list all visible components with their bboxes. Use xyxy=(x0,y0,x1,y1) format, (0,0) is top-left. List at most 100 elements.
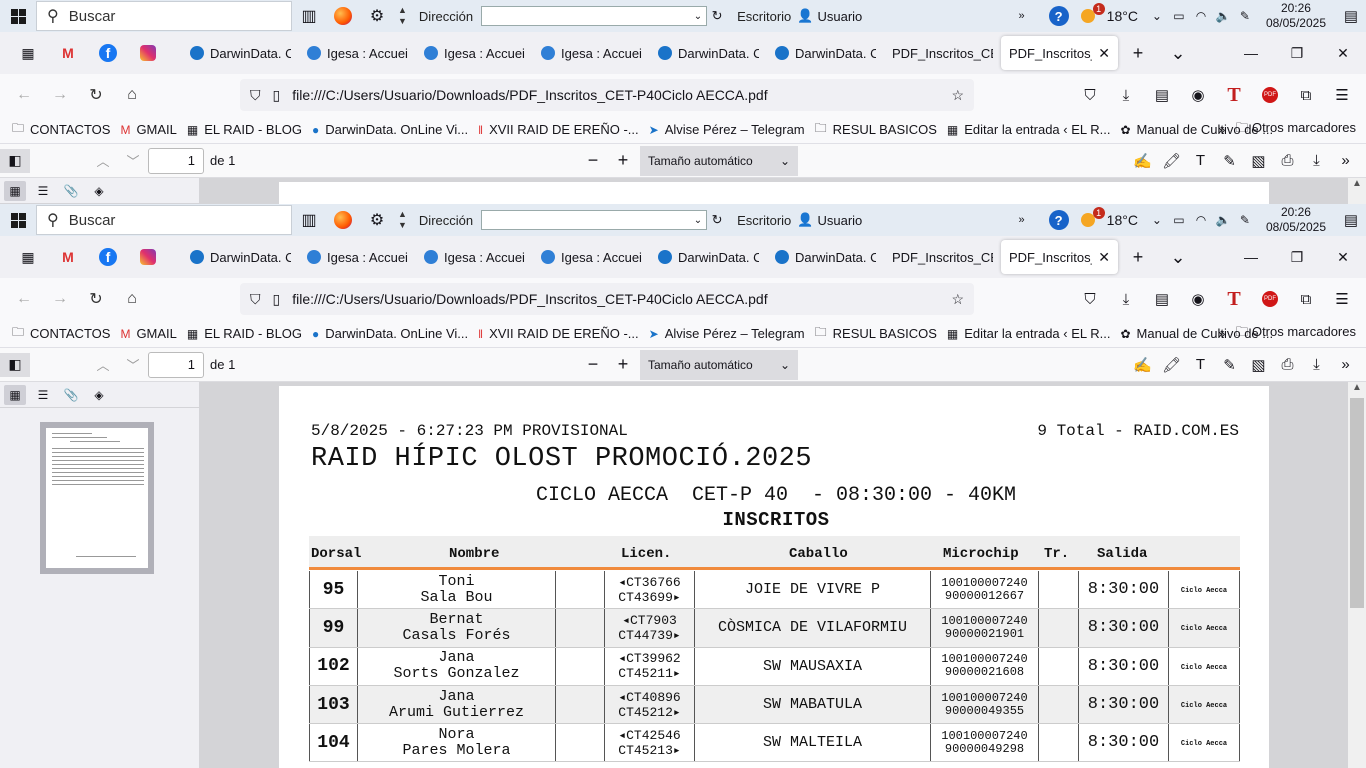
zoom-out-button[interactable]: − xyxy=(578,150,608,171)
bookmark-2[interactable]: ▦ EL RAID - BLOG xyxy=(185,323,310,344)
pinned-facebook-tab[interactable]: f xyxy=(88,240,128,274)
tab-0[interactable]: DarwinData. C xyxy=(182,240,299,274)
zoom-select[interactable]: Tamaño automático ⌄ xyxy=(640,349,798,380)
firefox-icon[interactable] xyxy=(326,0,360,32)
tab-3[interactable]: Igesa : Accueil xyxy=(533,36,650,70)
image-icon[interactable]: ▧ xyxy=(1244,152,1273,170)
back-button[interactable]: ← xyxy=(6,283,42,315)
bookmark-5[interactable]: ➤ Alvise Pérez – Telegram xyxy=(647,119,813,140)
address-scroll-icon[interactable]: ▲ ▼ xyxy=(394,209,411,231)
help-icon[interactable]: ? xyxy=(1048,210,1069,230)
forward-button[interactable]: → xyxy=(42,283,78,315)
app-icon[interactable]: ⚙ xyxy=(360,204,394,236)
extension-t-icon[interactable]: T xyxy=(1216,79,1252,111)
tab-5[interactable]: DarwinData. C xyxy=(767,240,884,274)
refresh-icon[interactable]: ↻ xyxy=(707,8,727,24)
tools-icon[interactable]: » xyxy=(1331,152,1360,170)
weather-widget[interactable]: 1 18°C xyxy=(1079,3,1138,25)
bookmark-3[interactable]: ● DarwinData. OnLine Vi... xyxy=(310,323,476,344)
save-icon[interactable]: ⤓ xyxy=(1302,356,1331,374)
downloads-icon[interactable]: ⤓ xyxy=(1108,79,1144,111)
overflow-chevron-icon[interactable]: » xyxy=(1019,10,1025,22)
pocket-icon[interactable]: ⛉ xyxy=(1072,79,1108,111)
highlight-icon[interactable]: 🖍 xyxy=(1157,152,1186,170)
address-scroll-icon[interactable]: ▲ ▼ xyxy=(394,5,411,27)
shield-icon[interactable]: ⛉ xyxy=(250,291,261,308)
address-input[interactable]: ⌄ xyxy=(481,6,708,26)
bookmark-6[interactable]: 🗀 RESUL BASICOS xyxy=(813,119,945,140)
bookmark-4[interactable]: ‖ XVII RAID DE EREÑO -... xyxy=(476,119,647,140)
layers-icon[interactable]: ◈ xyxy=(88,181,110,201)
pocket-icon[interactable]: ⛉ xyxy=(1072,283,1108,315)
zoom-in-button[interactable]: + xyxy=(608,354,638,375)
windows-start-icon[interactable] xyxy=(0,0,36,32)
restore-button[interactable]: ❐ xyxy=(1274,236,1320,278)
zoom-in-button[interactable]: + xyxy=(608,150,638,171)
attachments-icon[interactable]: 📎 xyxy=(60,181,82,201)
bookmark-3[interactable]: ● DarwinData. OnLine Vi... xyxy=(310,119,476,140)
list-tabs-button[interactable]: ⌄ xyxy=(1158,240,1198,274)
scrollbar-top[interactable]: ▲ xyxy=(1348,178,1366,204)
minimize-button[interactable]: — xyxy=(1228,32,1274,74)
bookmark-1[interactable]: M GMAIL xyxy=(118,119,184,140)
volume-icon[interactable]: 🔈 xyxy=(1212,9,1234,23)
pen-icon[interactable]: ✎ xyxy=(1234,9,1256,23)
notification-icon[interactable]: ▤ xyxy=(1336,211,1366,229)
help-icon[interactable]: ? xyxy=(1048,6,1069,26)
user-toolbar[interactable]: 👤 Usuario xyxy=(797,8,862,24)
clock[interactable]: 20:26 08/05/2025 xyxy=(1256,205,1336,235)
forward-button[interactable]: → xyxy=(42,79,78,111)
url-bar[interactable]: ⛉ ▯ file:///C:/Users/Usuario/Downloads/P… xyxy=(240,79,974,111)
overflow-chevron-icon[interactable]: » xyxy=(1019,214,1025,226)
page-thumbnail[interactable] xyxy=(40,422,154,574)
account-icon[interactable]: ◉ xyxy=(1180,79,1216,111)
text-icon[interactable]: T xyxy=(1186,152,1215,170)
bookmark-2[interactable]: ▦ EL RAID - BLOG xyxy=(185,119,310,140)
next-page-button[interactable]: ﹀ xyxy=(118,151,148,170)
attachments-icon[interactable]: 📎 xyxy=(60,385,82,405)
close-window-button[interactable]: ✕ xyxy=(1320,236,1366,278)
tab-4[interactable]: DarwinData. C xyxy=(650,240,767,274)
tab-6[interactable]: PDF_Inscritos_CET xyxy=(884,36,1001,70)
desktop-label[interactable]: Escritorio xyxy=(737,9,791,24)
bookmark-1[interactable]: M GMAIL xyxy=(118,323,184,344)
home-button[interactable]: ⌂ xyxy=(114,79,150,111)
bookmark-7[interactable]: ▦ Editar la entrada ‹ EL R... xyxy=(945,119,1119,140)
close-tab-icon[interactable]: ✕ xyxy=(1098,45,1110,62)
next-page-button[interactable]: ﹀ xyxy=(118,355,148,374)
reload-button[interactable]: ↻ xyxy=(78,79,114,111)
back-button[interactable]: ← xyxy=(6,79,42,111)
notification-icon[interactable]: ▤ xyxy=(1336,7,1366,25)
scrollbar[interactable]: ▲ xyxy=(1348,382,1366,768)
page-number-input[interactable]: 1 xyxy=(148,147,204,174)
extension-pdf-icon[interactable]: PDF xyxy=(1252,79,1288,111)
pinned-gmail-tab[interactable]: M xyxy=(48,36,88,70)
windows-start-icon[interactable] xyxy=(0,204,36,236)
sidebar-toggle-button[interactable]: ◧ xyxy=(0,148,30,173)
thumbnails-icon[interactable]: ▦ xyxy=(4,384,26,405)
other-bookmarks[interactable]: 🗀 Otros marcadores xyxy=(1235,119,1356,141)
pinned-instagram-tab[interactable] xyxy=(128,36,168,70)
tab-2[interactable]: Igesa : Accueil xyxy=(416,36,533,70)
outline-icon[interactable]: ☰ xyxy=(32,181,54,201)
extensions-icon[interactable]: ⧉ xyxy=(1288,79,1324,111)
battery-icon[interactable]: ▭ xyxy=(1168,213,1190,227)
scroll-up-icon[interactable]: ▲ xyxy=(1348,382,1366,396)
close-tab-icon[interactable]: ✕ xyxy=(1098,249,1110,266)
clock[interactable]: 20:26 08/05/2025 xyxy=(1256,1,1336,31)
extensions-icon[interactable]: ⧉ xyxy=(1288,283,1324,315)
bookmark-4[interactable]: ‖ XVII RAID DE EREÑO -... xyxy=(476,323,647,344)
weather-widget[interactable]: 1 18°C xyxy=(1079,207,1138,229)
tab-1[interactable]: Igesa : Accueil xyxy=(299,36,416,70)
bookmarks-overflow-icon[interactable]: » xyxy=(1218,122,1225,137)
pinned-raid-tab[interactable]: ▦ xyxy=(8,240,48,274)
extension-t-icon[interactable]: T xyxy=(1216,283,1252,315)
chevron-up-icon[interactable]: ⌄ xyxy=(1146,9,1168,23)
sidebar-toggle-button[interactable]: ◧ xyxy=(0,352,30,377)
highlight-icon[interactable]: 🖍 xyxy=(1157,356,1186,374)
bookmarks-overflow-icon[interactable]: » xyxy=(1218,326,1225,341)
url-text[interactable]: file:///C:/Users/Usuario/Downloads/PDF_I… xyxy=(292,87,939,103)
pinned-gmail-tab[interactable]: M xyxy=(48,240,88,274)
tools-icon[interactable]: » xyxy=(1331,356,1360,374)
draw-icon[interactable]: ✎ xyxy=(1215,356,1244,374)
